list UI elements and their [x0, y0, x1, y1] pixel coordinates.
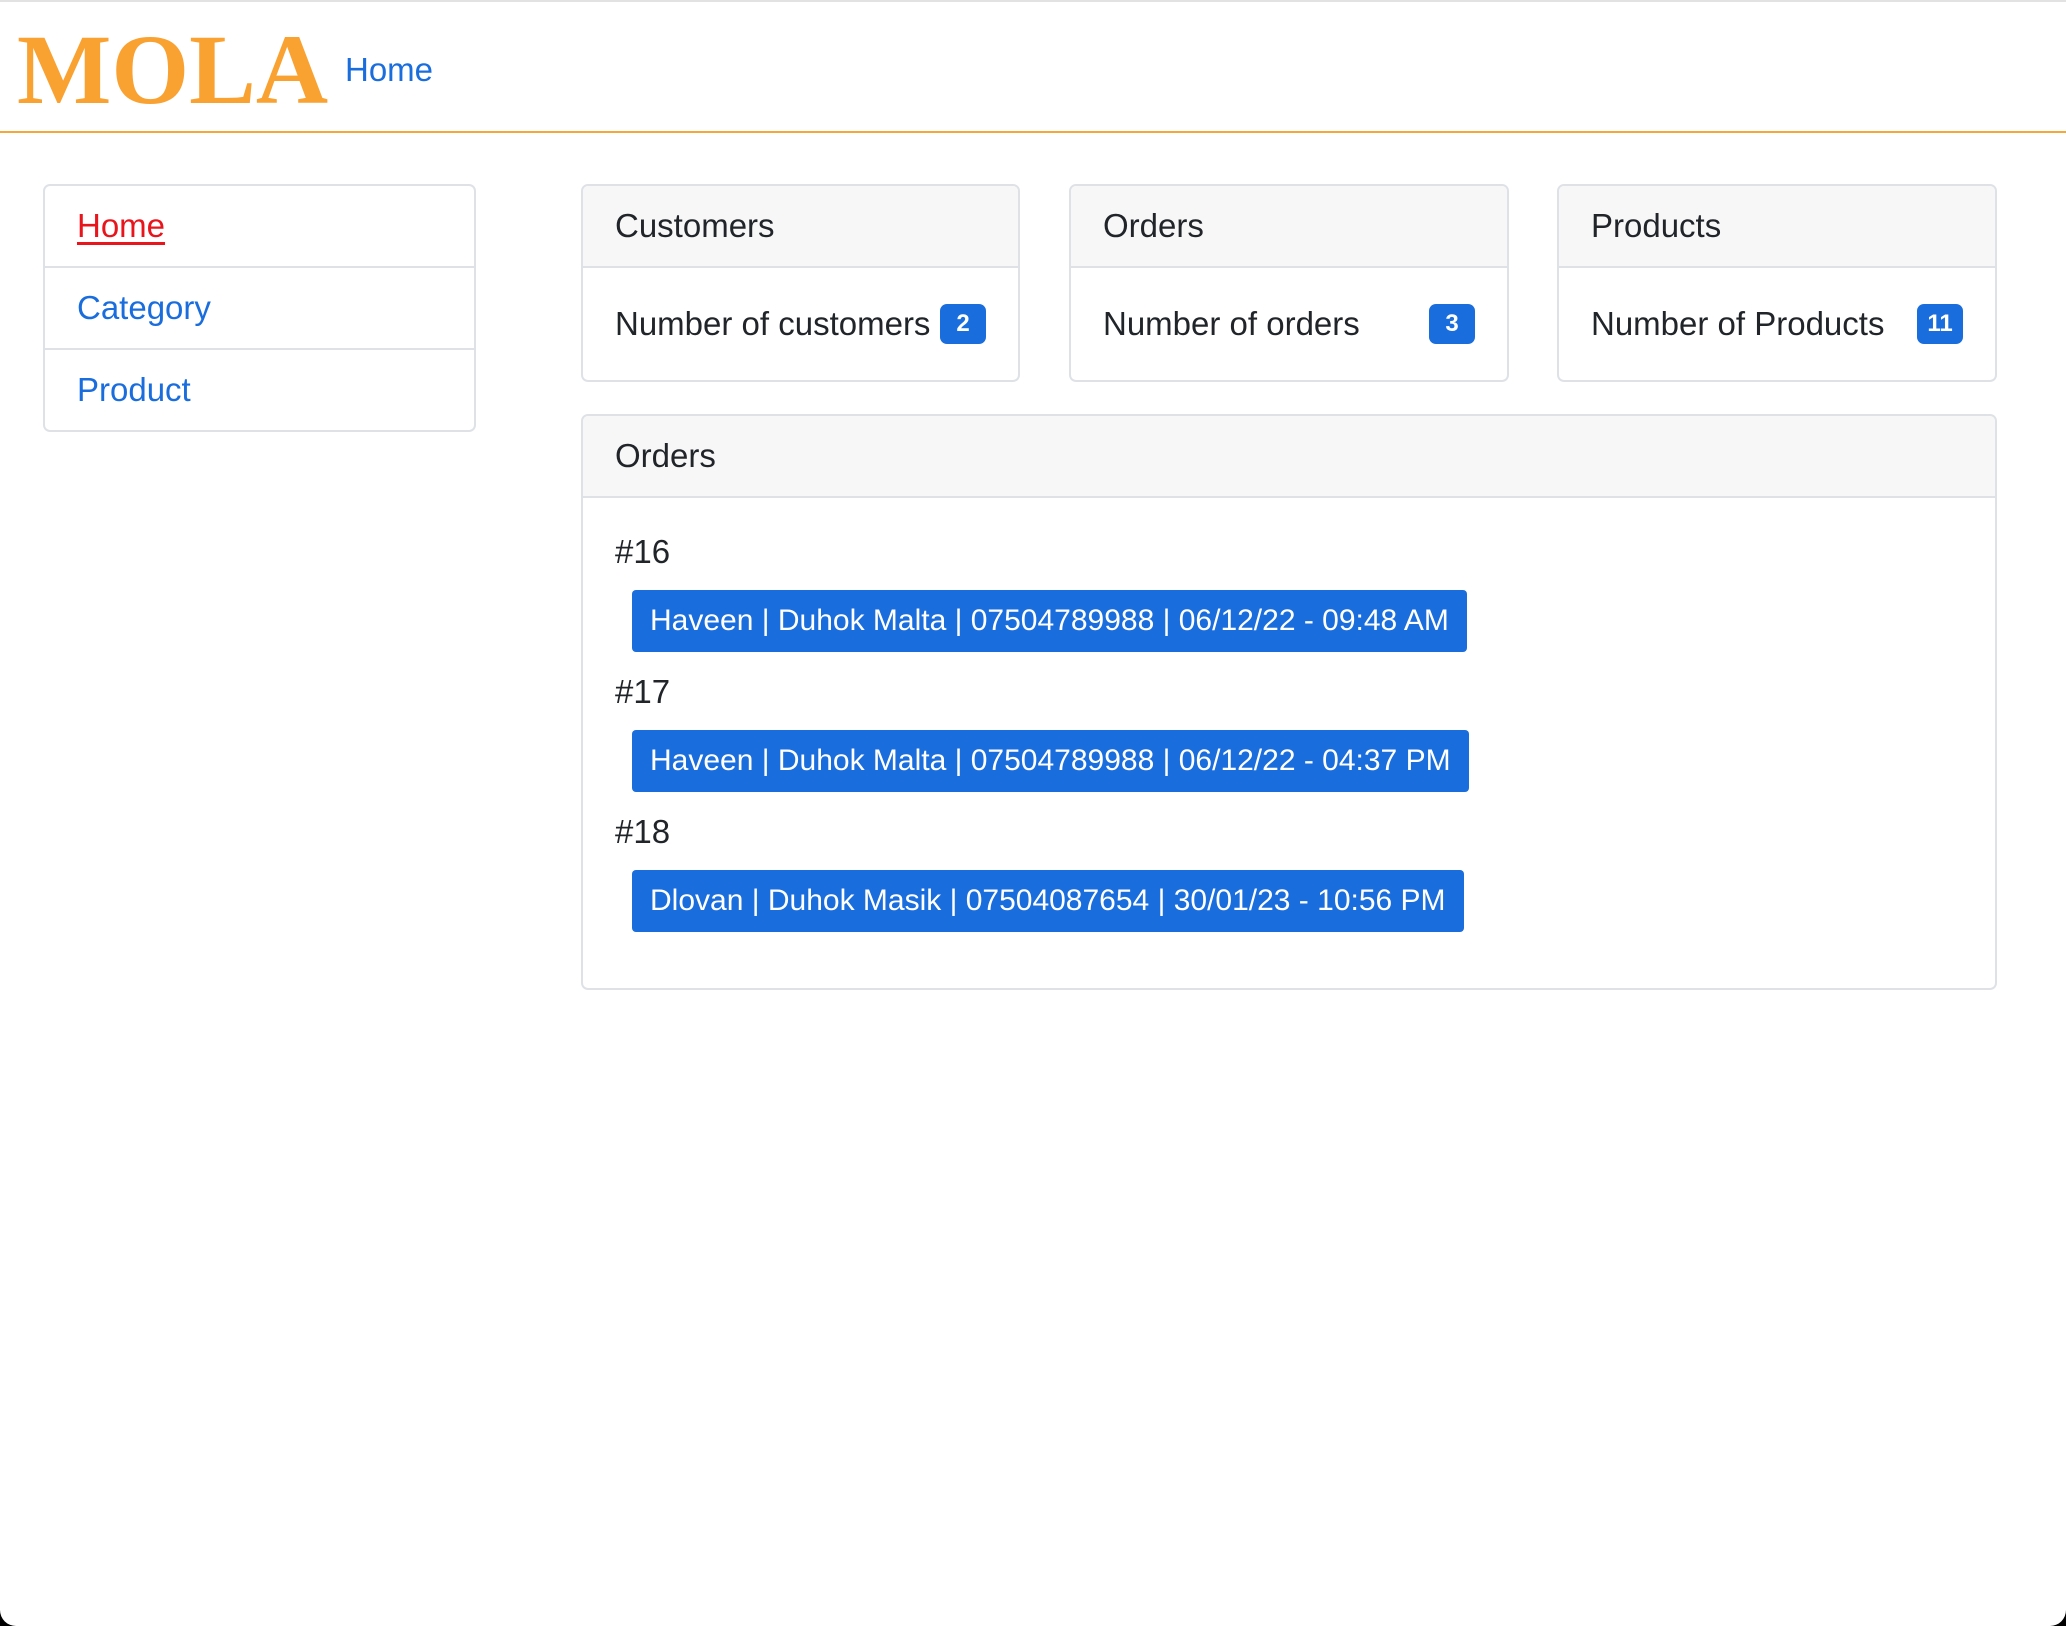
window-corner: [2034, 1594, 2066, 1626]
products-count-badge: 11: [1917, 304, 1963, 344]
order-number: #17: [615, 673, 671, 710]
order-item: #18 Dlovan | Duhok Masik | 07504087654 |…: [615, 812, 1963, 952]
order-item: #17 Haveen | Duhok Malta | 07504789988 |…: [615, 672, 1963, 812]
card-body: Number of orders 3: [1071, 268, 1507, 380]
orders-count-card: Orders Number of orders 3: [1069, 184, 1509, 382]
brand-logo[interactable]: MOLA: [17, 10, 328, 130]
card-title: Products: [1559, 186, 1995, 268]
order-item: #16 Haveen | Duhok Malta | 07504789988 |…: [615, 532, 1963, 672]
sidebar-item-label[interactable]: Product: [77, 371, 191, 409]
order-details-badge[interactable]: Haveen | Duhok Malta | 07504789988 | 06/…: [632, 590, 1467, 652]
order-details-badge[interactable]: Haveen | Duhok Malta | 07504789988 | 06/…: [632, 730, 1469, 792]
nav-home-link[interactable]: Home: [345, 50, 433, 90]
card-title: Customers: [583, 186, 1018, 268]
sidebar-item-label[interactable]: Home: [77, 207, 165, 245]
navbar: MOLA Home: [0, 2, 2066, 133]
customers-card: Customers Number of customers 2: [581, 184, 1020, 382]
orders-count-badge: 3: [1429, 304, 1475, 344]
products-card: Products Number of Products 11: [1557, 184, 1997, 382]
card-body: Number of Products 11: [1559, 268, 1995, 380]
order-number: #18: [615, 813, 671, 850]
sidebar-item-category[interactable]: Category: [45, 268, 474, 350]
sidebar-item-product[interactable]: Product: [45, 350, 474, 430]
sidebar-item-home[interactable]: Home: [45, 186, 474, 268]
order-number: #16: [615, 533, 671, 570]
window-corner: [0, 1594, 32, 1626]
orders-list: #16 Haveen | Duhok Malta | 07504789988 |…: [583, 498, 1995, 952]
sidebar-menu: Home Category Product: [43, 184, 476, 432]
sidebar-item-label[interactable]: Category: [77, 289, 211, 327]
stat-label: Number of orders: [1103, 305, 1360, 342]
card-title: Orders: [583, 416, 1995, 498]
order-details-badge[interactable]: Dlovan | Duhok Masik | 07504087654 | 30/…: [632, 870, 1464, 932]
orders-list-card: Orders #16 Haveen | Duhok Malta | 075047…: [581, 414, 1997, 990]
card-title: Orders: [1071, 186, 1507, 268]
customers-count-badge: 2: [940, 304, 986, 344]
stat-label: Number of Products: [1591, 305, 1885, 342]
card-body: Number of customers 2: [583, 268, 1018, 380]
stat-label: Number of customers: [615, 305, 931, 342]
